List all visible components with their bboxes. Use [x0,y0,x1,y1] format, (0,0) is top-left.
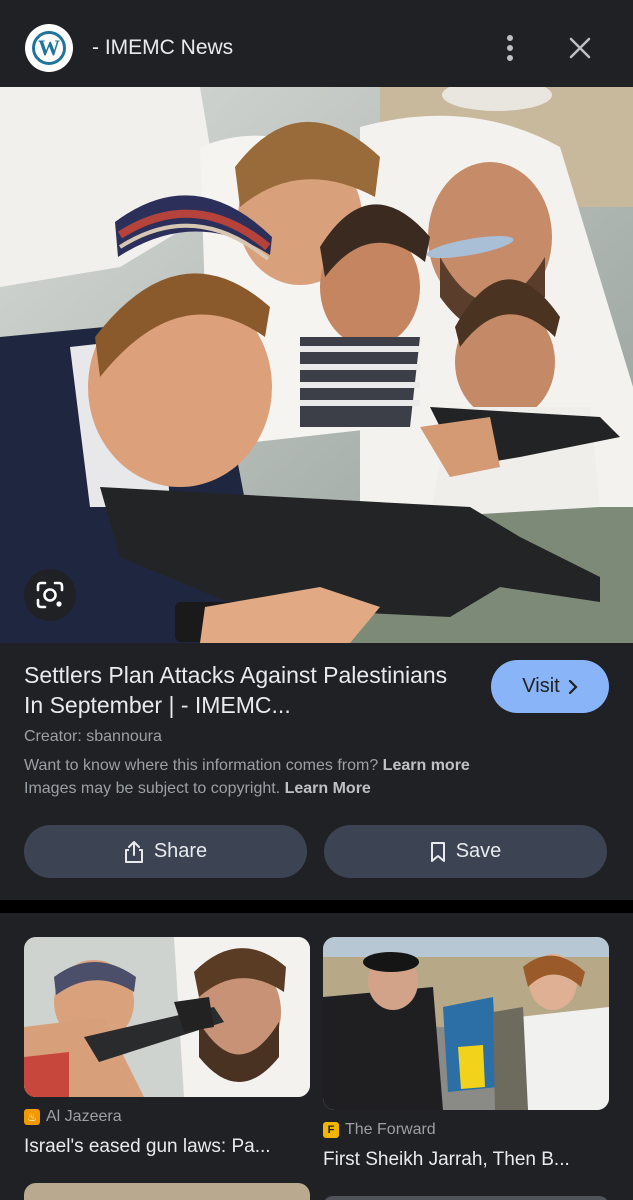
close-button[interactable] [562,30,598,66]
share-label: Share [153,840,208,862]
related-photo-2 [323,937,609,1110]
next-result-thumbnail[interactable] [323,1196,609,1200]
wordpress-logo-icon: W [32,31,66,65]
share-icon [124,840,143,863]
related-title[interactable]: First Sheikh Jarrah, Then B... [323,1149,570,1171]
creator-credit: Creator: sbannoura [24,728,162,745]
source-name: Al Jazeera [46,1108,122,1125]
share-button[interactable]: Share [24,825,307,878]
more-vert-icon [507,35,513,61]
lens-icon [36,581,64,609]
bookmark-icon [430,841,445,862]
info-text: Want to know where this information come… [24,757,379,774]
site-logo[interactable]: W [25,24,73,72]
copyright-text: Images may be subject to copyright. [24,780,281,797]
source-name: The Forward [345,1121,436,1138]
google-lens-button[interactable] [24,569,76,621]
learn-more-link[interactable]: Learn more [383,757,470,774]
info-line: Want to know where this information come… [24,757,470,775]
related-source[interactable]: ♨ Al Jazeera [24,1108,122,1126]
next-result-thumbnail[interactable] [24,1183,310,1200]
save-button[interactable]: Save [324,825,607,878]
visit-button[interactable]: Visit [491,660,609,713]
related-title[interactable]: Israel's eased gun laws: Pa... [24,1136,271,1158]
save-label: Save [455,840,502,862]
site-title[interactable]: - IMEMC News [92,36,233,60]
al-jazeera-icon: ♨ [24,1109,40,1125]
more-options-button[interactable] [494,30,526,66]
hero-photo [0,87,633,643]
image-title[interactable]: Settlers Plan Attacks Against Palestinia… [24,660,464,720]
copyright-learn-more-link[interactable]: Learn More [285,780,371,797]
image-detail-panel: W - IMEMC News Settlers Plan Attacks Aga… [0,0,633,900]
chevron-right-icon [568,679,578,694]
related-photo-1 [24,937,310,1097]
close-icon [569,37,591,59]
visit-label: Visit [522,675,560,697]
related-source[interactable]: F The Forward [323,1121,436,1139]
related-thumbnail[interactable] [24,937,310,1097]
related-thumbnail[interactable] [323,937,609,1110]
copyright-line: Images may be subject to copyright. Lear… [24,780,371,798]
hero-image[interactable] [0,87,633,643]
related-results: ♨ Al Jazeera Israel's eased gun laws: Pa… [0,913,633,1200]
the-forward-icon: F [323,1122,339,1138]
header: W - IMEMC News [0,0,633,87]
